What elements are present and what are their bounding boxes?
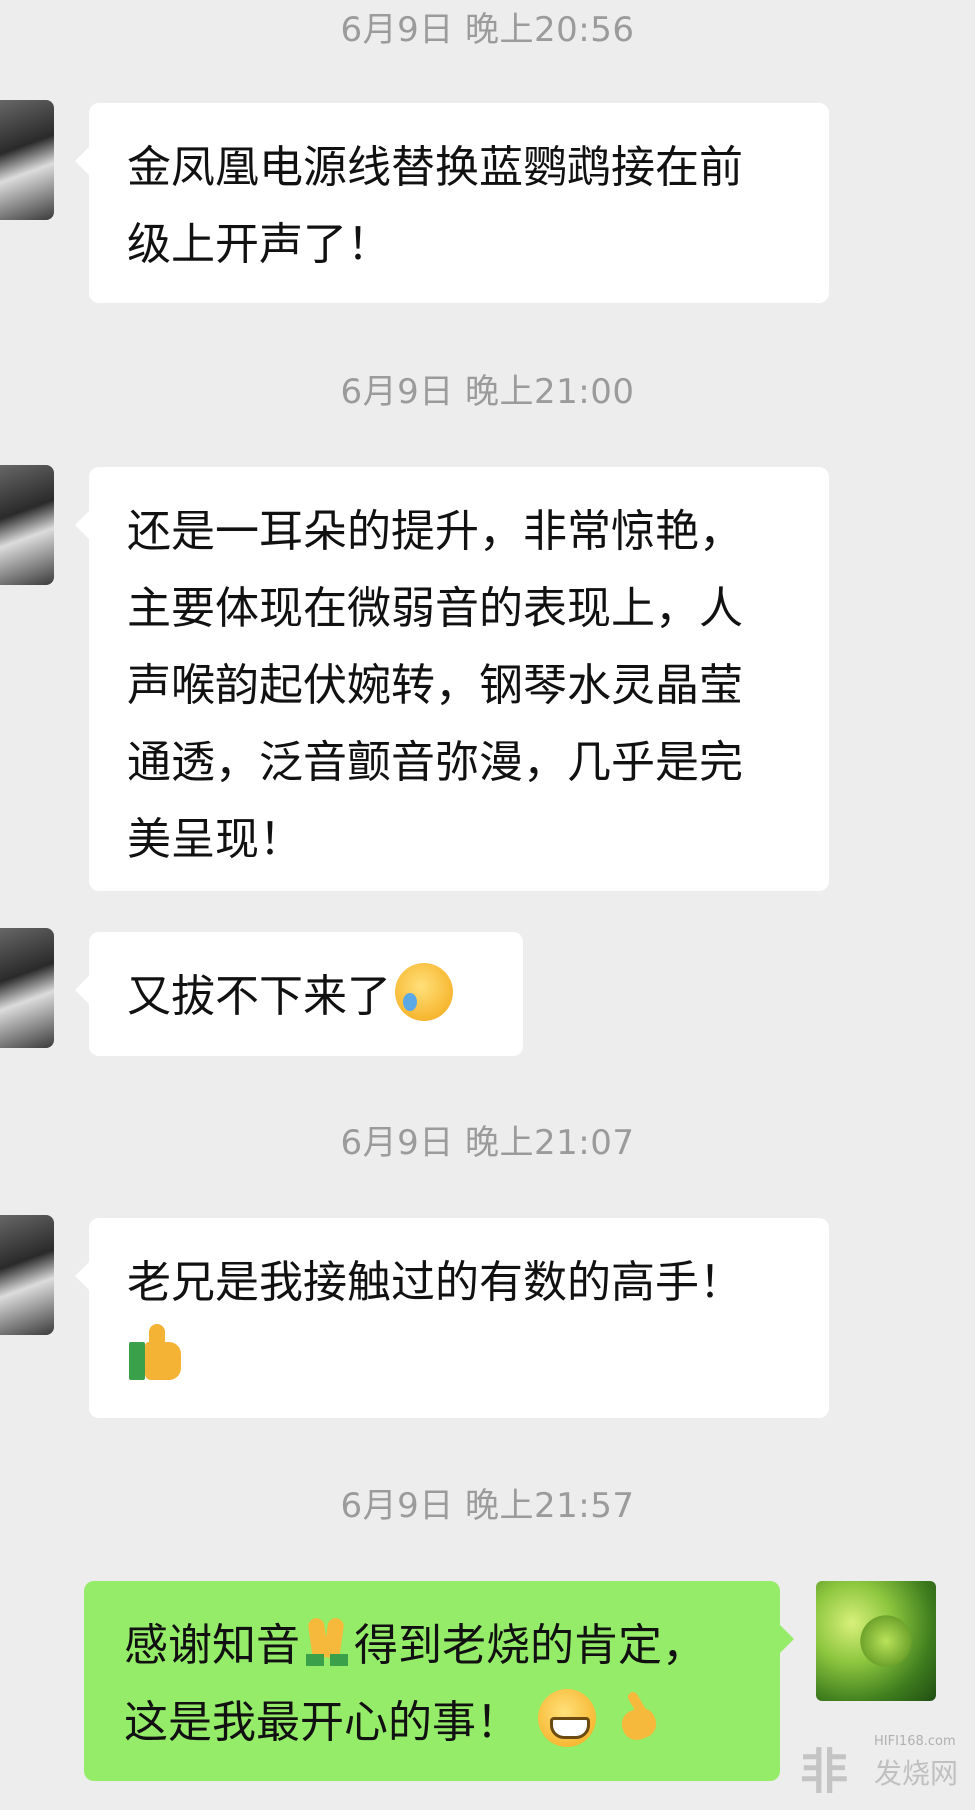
watermark: 非 HIFI168.com 发烧网: [800, 1722, 970, 1800]
message-text: 这是我最开心的事！: [124, 1697, 520, 1748]
self-avatar[interactable]: [816, 1581, 936, 1701]
message-bubble[interactable]: 金凤凰电源线替换蓝鹦鹉接在前 级上开声了！: [75, 103, 829, 303]
message-text: 感谢知音: [124, 1620, 300, 1671]
message-bubble[interactable]: 又拔不下来了: [75, 932, 523, 1056]
watermark-name: 发烧网: [874, 1757, 959, 1790]
watermark-site: HIFI168.com: [874, 1734, 956, 1749]
contact-avatar[interactable]: [0, 928, 54, 1048]
grin-emoji: [538, 1689, 596, 1747]
timestamp: 6月9日 晚上21:57: [340, 1486, 635, 1526]
message-line: 还是一耳朵的提升，非常惊艳，: [127, 506, 743, 557]
message-line: 级上开声了！: [127, 219, 391, 270]
message-line: 美呈现！: [127, 814, 303, 865]
message-line: 声喉韵起伏婉转，钢琴水灵晶莹: [127, 660, 743, 711]
timestamp: 6月9日 晚上21:07: [340, 1123, 635, 1163]
message-bubble[interactable]: 老兄是我接触过的有数的高手！: [75, 1218, 829, 1418]
timestamp: 6月9日 晚上20:56: [340, 10, 635, 50]
thumbs-up-emoji: [127, 1324, 183, 1382]
facepalm-crying-emoji: [395, 963, 453, 1021]
message-line: 主要体现在微弱音的表现上，人: [127, 583, 743, 634]
timestamp: 6月9日 晚上21:00: [340, 372, 635, 412]
contact-avatar[interactable]: [0, 465, 54, 585]
message-bubble[interactable]: 还是一耳朵的提升，非常惊艳， 主要体现在微弱音的表现上，人 声喉韵起伏婉转，钢琴…: [75, 467, 829, 891]
ok-hand-emoji: [612, 1689, 662, 1745]
watermark-logo: 非: [800, 1744, 849, 1800]
message-line: 通透，泛音颤音弥漫，几乎是完: [127, 737, 743, 788]
message-text: 又拔不下来了: [127, 971, 391, 1022]
contact-avatar[interactable]: [0, 100, 54, 220]
message-line: 老兄是我接触过的有数的高手！: [127, 1257, 743, 1308]
contact-avatar[interactable]: [0, 1215, 54, 1335]
message-text: 得到老烧的肯定，: [354, 1620, 706, 1671]
message-line: 金凤凰电源线替换蓝鹦鹉接在前: [127, 142, 743, 193]
my-message-bubble[interactable]: 感谢知音 得到老烧的肯定， 这是我最开心的事！: [84, 1581, 794, 1781]
pray-emoji: [302, 1612, 352, 1668]
